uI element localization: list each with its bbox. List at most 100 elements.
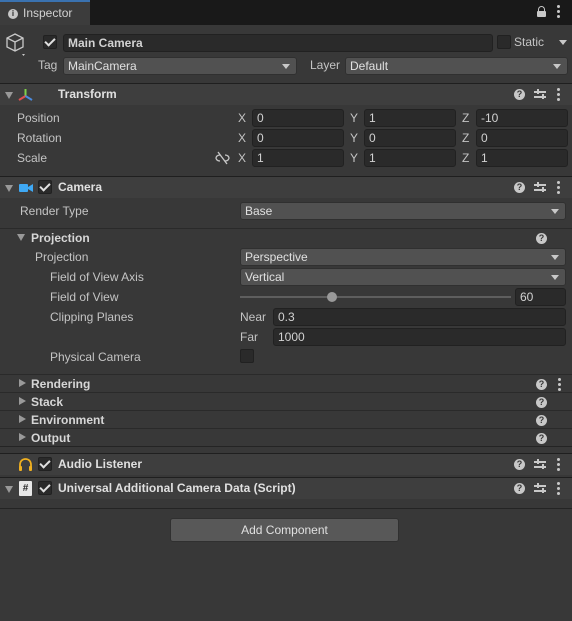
near-label: Near xyxy=(240,310,267,324)
chevron-down-icon xyxy=(551,255,559,260)
projection-section-title: Projection xyxy=(31,231,90,245)
active-checkbox[interactable] xyxy=(43,35,57,49)
help-icon[interactable]: ? xyxy=(536,379,547,390)
tab-inspector[interactable]: i Inspector xyxy=(0,0,90,25)
component-menu-icon[interactable] xyxy=(557,88,560,103)
camera-data-title: Universal Additional Camera Data (Script… xyxy=(58,481,296,495)
audio-listener-header[interactable]: Audio Listener ? xyxy=(0,453,572,475)
scale-x-label[interactable]: X xyxy=(238,151,246,165)
transform-title: Transform xyxy=(58,87,117,101)
component-menu-icon[interactable] xyxy=(557,181,560,196)
headphones-icon xyxy=(19,458,32,471)
static-dropdown-icon[interactable] xyxy=(559,40,567,45)
rendering-section-header[interactable]: Rendering ? xyxy=(0,374,572,392)
component-menu-icon[interactable] xyxy=(557,458,560,473)
position-label: Position xyxy=(17,111,60,125)
position-z-label[interactable]: Z xyxy=(462,111,469,125)
camera-enabled-checkbox[interactable] xyxy=(38,180,52,194)
projection-dropdown[interactable]: Perspective xyxy=(240,248,566,266)
camera-data-header[interactable]: # Universal Additional Camera Data (Scri… xyxy=(0,477,572,499)
chevron-down-icon xyxy=(553,64,561,69)
foldout-arrow-icon[interactable] xyxy=(5,92,13,99)
rotation-label: Rotation xyxy=(17,131,62,145)
far-field[interactable]: 1000 xyxy=(273,328,566,346)
layer-dropdown[interactable]: Default xyxy=(345,57,568,75)
tag-dropdown[interactable]: MainCamera xyxy=(63,57,297,75)
near-field[interactable]: 0.3 xyxy=(273,308,566,326)
layer-value: Default xyxy=(350,59,389,73)
foldout-arrow-icon[interactable] xyxy=(17,234,25,241)
far-label: Far xyxy=(240,330,258,344)
output-section-header[interactable]: Output ? xyxy=(0,428,572,446)
chevron-down-icon xyxy=(551,275,559,280)
static-label: Static xyxy=(514,35,545,49)
add-component-button[interactable]: Add Component xyxy=(170,518,399,542)
foldout-arrow-icon[interactable] xyxy=(5,486,13,493)
preset-icon[interactable] xyxy=(534,459,546,470)
scale-z-label[interactable]: Z xyxy=(462,151,469,165)
audio-listener-enabled-checkbox[interactable] xyxy=(38,457,52,471)
transform-header[interactable]: Transform ? xyxy=(0,83,572,105)
fov-field[interactable]: 60 xyxy=(515,288,566,306)
scale-y-label[interactable]: Y xyxy=(350,151,358,165)
help-icon[interactable]: ? xyxy=(536,397,547,408)
rotation-y-field[interactable]: 0 xyxy=(364,129,456,147)
position-z-field[interactable]: -10 xyxy=(476,109,568,127)
camera-header[interactable]: Camera ? xyxy=(0,176,572,198)
projection-value: Perspective xyxy=(245,250,308,264)
fov-slider-track[interactable] xyxy=(240,296,511,298)
tag-value: MainCamera xyxy=(68,59,137,73)
tab-menu-icon[interactable] xyxy=(557,5,560,20)
physical-camera-checkbox[interactable] xyxy=(240,349,254,363)
stack-section-header[interactable]: Stack ? xyxy=(0,392,572,410)
rotation-z-field[interactable]: 0 xyxy=(476,129,568,147)
help-icon[interactable]: ? xyxy=(514,483,525,494)
rotation-x-label[interactable]: X xyxy=(238,131,246,145)
foldout-arrow-icon[interactable] xyxy=(19,379,26,387)
scale-y-field[interactable]: 1 xyxy=(364,149,456,167)
fov-slider-handle[interactable] xyxy=(327,292,338,302)
object-name-field[interactable]: Main Camera xyxy=(63,34,493,52)
rotation-x-field[interactable]: 0 xyxy=(252,129,344,147)
foldout-arrow-icon[interactable] xyxy=(19,397,26,405)
projection-label: Projection xyxy=(35,250,89,264)
foldout-arrow-icon[interactable] xyxy=(19,415,26,423)
preset-icon[interactable] xyxy=(534,182,546,193)
chevron-down-icon xyxy=(282,64,290,69)
camera-data-enabled-checkbox[interactable] xyxy=(38,481,52,495)
foldout-arrow-icon[interactable] xyxy=(19,433,26,441)
environment-section-header[interactable]: Environment ? xyxy=(0,410,572,428)
position-y-label[interactable]: Y xyxy=(350,111,358,125)
environment-section-title: Environment xyxy=(31,413,105,427)
tag-label: Tag xyxy=(38,58,58,72)
help-icon[interactable]: ? xyxy=(536,415,547,426)
component-menu-icon[interactable] xyxy=(557,482,560,497)
position-x-label[interactable]: X xyxy=(238,111,246,125)
tab-label: Inspector xyxy=(23,6,73,20)
unlinked-scale-icon[interactable] xyxy=(215,151,230,165)
help-icon[interactable]: ? xyxy=(514,89,525,100)
render-type-dropdown[interactable]: Base xyxy=(240,202,566,220)
rotation-y-label[interactable]: Y xyxy=(350,131,358,145)
help-icon[interactable]: ? xyxy=(536,233,547,244)
foldout-arrow-icon[interactable] xyxy=(5,185,13,192)
help-icon[interactable]: ? xyxy=(514,459,525,470)
position-x-field[interactable]: 0 xyxy=(252,109,344,127)
preset-icon[interactable] xyxy=(534,483,546,494)
rotation-z-label[interactable]: Z xyxy=(462,131,469,145)
help-icon[interactable]: ? xyxy=(536,433,547,444)
camera-title: Camera xyxy=(58,180,103,194)
section-menu-icon[interactable] xyxy=(558,378,561,393)
section-divider xyxy=(0,446,572,447)
fov-axis-dropdown[interactable]: Vertical xyxy=(240,268,566,286)
scale-z-field[interactable]: 1 xyxy=(476,149,568,167)
help-icon[interactable]: ? xyxy=(514,182,525,193)
projection-section-header[interactable]: Projection ? xyxy=(0,228,572,246)
preset-icon[interactable] xyxy=(534,89,546,100)
position-y-field[interactable]: 1 xyxy=(364,109,456,127)
lock-icon[interactable] xyxy=(537,6,546,17)
gameobject-cube-icon xyxy=(6,33,25,56)
static-checkbox[interactable] xyxy=(497,35,511,49)
tab-bar: i Inspector xyxy=(0,0,572,25)
scale-x-field[interactable]: 1 xyxy=(252,149,344,167)
